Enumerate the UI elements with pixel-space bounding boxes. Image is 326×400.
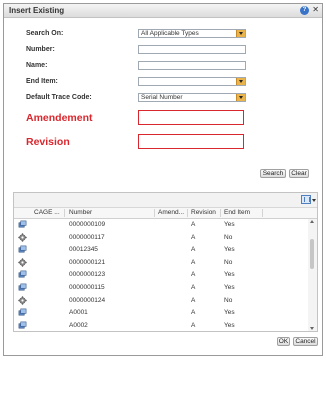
cell-number: 0000000117 — [69, 233, 105, 241]
end-item-label: End Item: — [26, 78, 58, 85]
cell-revision: A — [191, 233, 196, 241]
scroll-down-icon[interactable] — [310, 327, 314, 330]
chevron-down-icon[interactable] — [236, 94, 245, 101]
name-input[interactable] — [138, 61, 246, 70]
gear-part-icon — [18, 295, 27, 305]
cell-revision: A — [191, 246, 196, 254]
scroll-thumb[interactable] — [310, 239, 314, 269]
cell-revision: A — [191, 284, 196, 291]
ok-button[interactable]: OK — [277, 337, 290, 346]
default-trace-code-select[interactable]: Serial Number — [138, 93, 246, 102]
column-header-number[interactable]: Number — [69, 209, 92, 217]
cell-number: 0000000121 — [69, 258, 106, 266]
cell-revision: A — [191, 258, 196, 266]
table-row[interactable]: A0001 A Yes — [14, 307, 308, 320]
scroll-up-icon[interactable] — [310, 220, 314, 223]
part-icon — [18, 270, 27, 279]
cell-number: 0000000124 — [69, 296, 106, 304]
column-header-amendment[interactable]: Amend... — [158, 209, 184, 217]
cell-revision: A — [191, 271, 196, 279]
table-row[interactable]: 0000000109 A Yes — [14, 219, 308, 232]
end-item-select[interactable] — [138, 77, 246, 86]
search-on-label: Search On: — [26, 30, 64, 37]
cell-revision: A — [191, 296, 196, 304]
cell-number: A0002 — [69, 321, 88, 329]
part-icon — [18, 220, 27, 229]
table-row[interactable]: 0000000115 A Yes — [14, 282, 308, 295]
chevron-down-icon[interactable] — [236, 30, 245, 37]
revision-label: Revision — [26, 136, 70, 148]
cell-end-item: No — [224, 296, 233, 304]
search-button[interactable]: Search — [260, 169, 286, 178]
gear-part-icon — [18, 232, 27, 242]
cell-end-item: Yes — [224, 309, 235, 317]
number-input[interactable] — [138, 45, 246, 54]
amendment-input[interactable] — [138, 110, 244, 125]
amendment-label: Amendement — [26, 112, 93, 124]
table-row[interactable]: 0000000124 A No — [14, 295, 308, 308]
cell-number: A0001 — [69, 309, 88, 317]
part-icon — [18, 308, 27, 317]
results-grid: CAGE ... Number Amend... Revision End It… — [13, 192, 318, 332]
cell-revision: A — [191, 221, 196, 228]
cancel-button[interactable]: Cancel — [293, 337, 318, 346]
table-row[interactable]: A0002 A Yes — [14, 320, 308, 331]
number-label: Number: — [26, 46, 55, 53]
column-header-cage[interactable]: CAGE ... — [34, 209, 60, 217]
cell-number: 00012345 — [69, 246, 98, 254]
search-on-value: All Applicable Types — [141, 30, 199, 37]
chevron-down-icon[interactable] — [236, 78, 245, 85]
table-row[interactable]: 0000000117 A No — [14, 232, 308, 245]
clear-button[interactable]: Clear — [289, 169, 309, 178]
cell-end-item: No — [224, 258, 233, 266]
default-trace-code-label: Default Trace Code: — [26, 94, 92, 101]
grid-body: 0000000109 A Yes 0000000117 A No 00012345 A Yes 0… — [14, 219, 308, 331]
close-icon[interactable]: ✕ — [312, 5, 319, 14]
column-chooser-icon[interactable] — [301, 195, 311, 204]
column-header-revision[interactable]: Revision — [191, 209, 216, 217]
grid-toolbar — [14, 193, 317, 208]
table-row[interactable]: 0000000121 A No — [14, 257, 308, 270]
table-row[interactable]: 00012345 A Yes — [14, 244, 308, 257]
revision-input[interactable] — [138, 134, 244, 149]
table-row[interactable]: 0000000123 A Yes — [14, 269, 308, 282]
cell-end-item: No — [224, 233, 233, 241]
cell-end-item: Yes — [224, 246, 235, 254]
grid-scrollbar[interactable] — [308, 219, 317, 331]
cell-revision: A — [191, 321, 196, 329]
cell-end-item: Yes — [224, 271, 235, 279]
cell-number: 0000000115 — [69, 284, 105, 291]
part-icon — [18, 283, 27, 292]
column-header-end-item[interactable]: End Item — [224, 209, 250, 217]
help-icon[interactable]: ? — [300, 6, 309, 15]
grid-header: CAGE ... Number Amend... Revision End It… — [14, 208, 317, 219]
cell-revision: A — [191, 309, 196, 317]
cell-number: 0000000123 — [69, 271, 106, 279]
dialog-titlebar: Insert Existing ? ✕ — [4, 4, 322, 18]
cell-end-item: Yes — [224, 221, 235, 228]
cell-end-item: Yes — [224, 321, 235, 329]
cell-number: 0000000109 — [69, 221, 106, 228]
insert-existing-dialog: Insert Existing ? ✕ Search On: All Appli… — [3, 3, 323, 356]
dialog-title: Insert Existing — [9, 6, 65, 15]
part-icon — [18, 321, 27, 330]
gear-part-icon — [18, 258, 27, 267]
cell-end-item: Yes — [224, 284, 235, 291]
part-icon — [18, 245, 27, 254]
chevron-down-icon[interactable] — [312, 199, 316, 202]
default-trace-code-value: Serial Number — [141, 94, 183, 101]
search-on-select[interactable]: All Applicable Types — [138, 29, 246, 38]
name-label: Name: — [26, 62, 48, 69]
